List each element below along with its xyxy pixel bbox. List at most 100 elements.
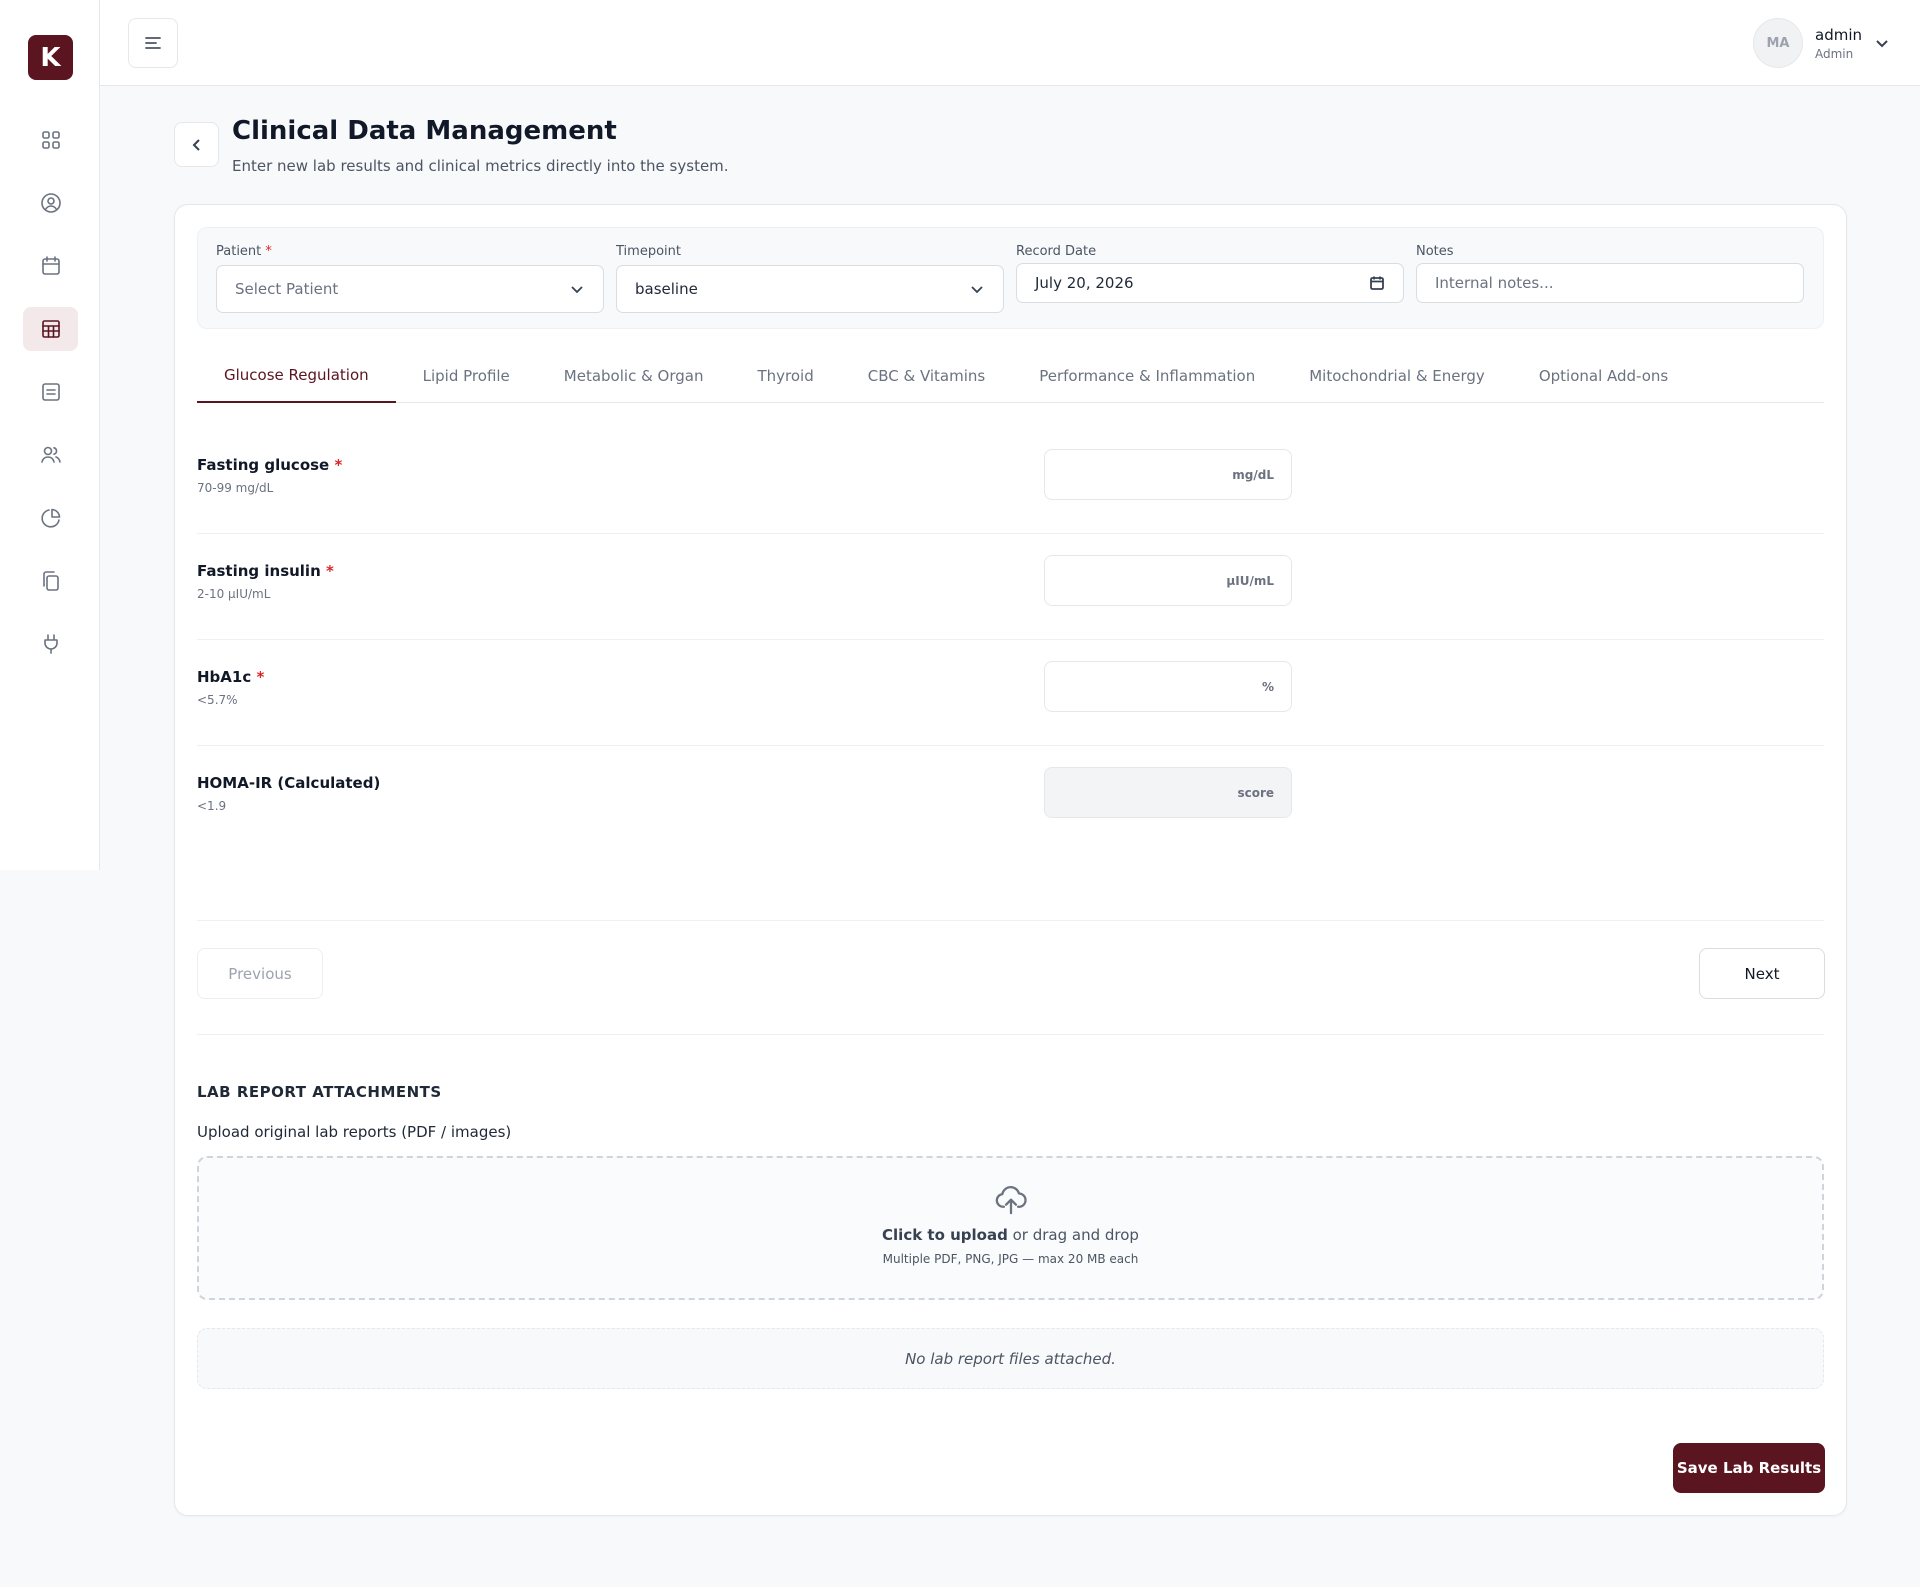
unit-label: %: [1261, 679, 1274, 694]
document-icon: [41, 383, 60, 401]
dropzone-rest: or drag and drop: [1007, 1226, 1139, 1244]
top-header: MA admin Admin: [100, 0, 1920, 86]
metric-name: Fasting glucose: [197, 456, 330, 474]
hba1c-input[interactable]: %: [1044, 661, 1292, 712]
metric-range: 70-99 mg/dL: [197, 481, 274, 495]
calendar-icon: [41, 256, 60, 275]
tab-cbc-vitamins[interactable]: CBC & Vitamins: [841, 349, 1012, 403]
table-icon: [41, 320, 60, 338]
sidebar: K: [0, 0, 100, 870]
homa-ir-input: score: [1044, 767, 1292, 818]
metric-range: <5.7%: [197, 693, 238, 707]
users-icon: [40, 446, 61, 463]
click-to-upload-link[interactable]: Click to upload: [882, 1226, 1008, 1244]
metric-row-hba1c: HbA1c * <5.7% %: [197, 640, 1824, 746]
attachments-section-title: LAB REPORT ATTACHMENTS: [197, 1083, 442, 1101]
metric-name-row: Fasting insulin *: [197, 562, 334, 580]
avatar: MA: [1753, 18, 1803, 68]
metric-row-fasting-glucose: Fasting glucose * 70-99 mg/dL mg/dL: [197, 428, 1824, 534]
sidebar-item-files[interactable]: [23, 559, 78, 603]
plug-icon: [43, 634, 58, 654]
tab-lipid-profile[interactable]: Lipid Profile: [396, 349, 537, 403]
unit-label: μIU/mL: [1226, 573, 1274, 588]
tab-optional-addons[interactable]: Optional Add-ons: [1512, 349, 1695, 403]
required-mark: *: [334, 456, 343, 474]
category-tabs: Glucose Regulation Lipid Profile Metabol…: [197, 349, 1824, 403]
tab-glucose-regulation[interactable]: Glucose Regulation: [197, 349, 396, 403]
record-date-value: July 20, 2026: [1035, 274, 1134, 292]
metric-range: <1.9: [197, 799, 227, 813]
metric-name: HbA1c: [197, 668, 252, 686]
upload-dropzone[interactable]: Click to upload or drag and drop Multipl…: [197, 1156, 1824, 1300]
sidebar-item-calendar[interactable]: [23, 244, 78, 288]
timepoint-select[interactable]: baseline: [616, 265, 1004, 313]
sidebar-item-reports[interactable]: [23, 496, 78, 540]
patient-label-row: Patient *: [216, 244, 604, 259]
notes-label: Notes: [1416, 244, 1454, 259]
notes-filter: Notes Internal notes...: [1416, 244, 1804, 303]
fasting-insulin-input[interactable]: μIU/mL: [1044, 555, 1292, 606]
sidebar-item-integrations[interactable]: [23, 622, 78, 666]
required-mark: *: [326, 562, 334, 580]
chevron-down-icon: [1876, 40, 1888, 48]
dropzone-text: Click to upload or drag and drop: [882, 1226, 1139, 1244]
required-mark: *: [256, 668, 265, 686]
chevron-left-icon: [192, 138, 200, 151]
app-logo[interactable]: K: [28, 35, 73, 80]
save-lab-results-button[interactable]: Save Lab Results: [1673, 1443, 1825, 1493]
page-title: Clinical Data Management: [232, 116, 617, 146]
dashboard-icon: [41, 131, 60, 149]
copy-icon: [42, 571, 59, 591]
cloud-upload-icon: [995, 1186, 1027, 1215]
unit-label: mg/dL: [1232, 467, 1274, 482]
clinical-data-card: Patient * Select Patient Timepoint basel…: [174, 204, 1847, 1516]
attached-files-empty-state: No lab report files attached.: [197, 1328, 1824, 1389]
chevron-down-icon: [971, 286, 983, 294]
next-button[interactable]: Next: [1699, 948, 1825, 999]
sidebar-item-clinical-data[interactable]: [23, 307, 78, 351]
fasting-glucose-input[interactable]: mg/dL: [1044, 449, 1292, 500]
tab-performance-inflammation[interactable]: Performance & Inflammation: [1012, 349, 1282, 403]
record-date-filter: Record Date July 20, 2026: [1016, 244, 1404, 303]
previous-button[interactable]: Previous: [197, 948, 323, 999]
dropzone-hint: Multiple PDF, PNG, JPG — max 20 MB each: [882, 1252, 1139, 1266]
metric-name-row: HOMA-IR (Calculated): [197, 774, 380, 792]
required-mark: *: [265, 244, 272, 259]
metric-row-homa-ir: HOMA-IR (Calculated) <1.9 score: [197, 746, 1824, 852]
sidebar-toggle-button[interactable]: [128, 18, 178, 68]
patient-filter: Patient * Select Patient: [216, 244, 604, 313]
metric-row-fasting-insulin: Fasting insulin * 2-10 μIU/mL μIU/mL: [197, 534, 1824, 640]
calendar-icon: [1370, 276, 1384, 290]
sidebar-item-dashboard[interactable]: [23, 118, 78, 162]
back-button[interactable]: [174, 122, 219, 167]
user-circle-icon: [40, 193, 61, 213]
tab-thyroid[interactable]: Thyroid: [730, 349, 840, 403]
divider: [197, 920, 1824, 921]
logo-letter: K: [40, 42, 61, 73]
divider: [197, 1034, 1824, 1035]
notes-placeholder: Internal notes...: [1435, 274, 1554, 292]
patient-select[interactable]: Select Patient: [216, 265, 604, 313]
tab-metabolic-organ[interactable]: Metabolic & Organ: [537, 349, 731, 403]
filter-bar: Patient * Select Patient Timepoint basel…: [197, 227, 1824, 329]
chevron-down-icon: [571, 286, 583, 294]
metric-name: HOMA-IR (Calculated): [197, 774, 381, 792]
metric-name-row: HbA1c *: [197, 668, 264, 686]
sidebar-item-users[interactable]: [23, 433, 78, 477]
sidebar-item-profile[interactable]: [23, 181, 78, 225]
patient-select-placeholder: Select Patient: [235, 280, 339, 298]
metric-name: Fasting insulin: [197, 562, 321, 580]
user-name: admin: [1815, 25, 1862, 44]
page-subtitle: Enter new lab results and clinical metri…: [232, 157, 729, 175]
record-date-input[interactable]: July 20, 2026: [1016, 263, 1404, 303]
timepoint-label: Timepoint: [616, 244, 681, 259]
user-role: Admin: [1815, 46, 1854, 61]
tab-mitochondrial-energy[interactable]: Mitochondrial & Energy: [1282, 349, 1512, 403]
timepoint-value: baseline: [635, 280, 698, 298]
user-menu[interactable]: MA admin Admin: [1753, 18, 1890, 68]
timepoint-filter: Timepoint baseline: [616, 244, 1004, 313]
notes-input[interactable]: Internal notes...: [1416, 263, 1804, 303]
sidebar-item-documents[interactable]: [23, 370, 78, 414]
metric-name-row: Fasting glucose *: [197, 456, 342, 474]
patient-label: Patient: [216, 244, 262, 259]
